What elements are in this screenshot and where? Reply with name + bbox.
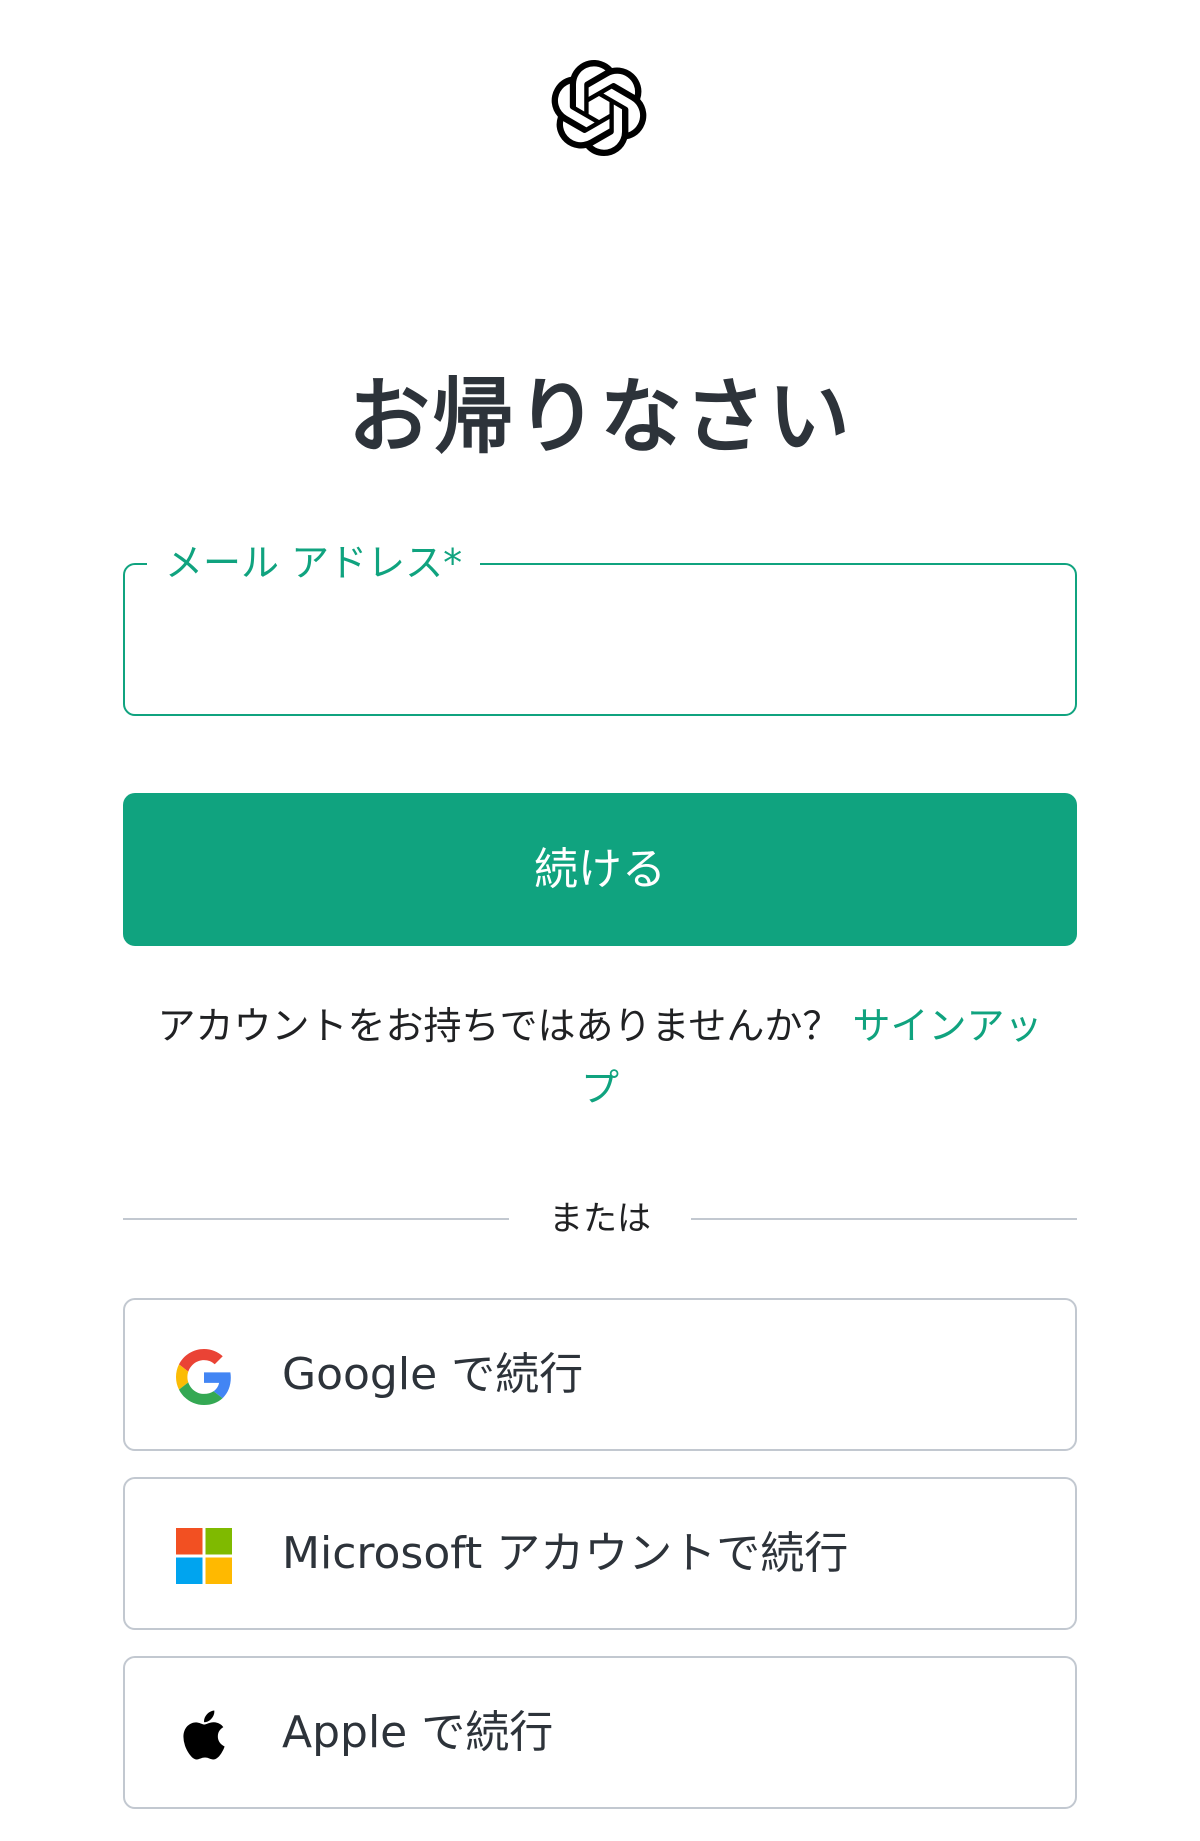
signup-prompt-text: アカウントをお持ちではありませんか？ bbox=[157, 1004, 853, 1048]
google-icon bbox=[176, 1349, 232, 1405]
google-continue-button[interactable]: Google で続行 bbox=[123, 1298, 1077, 1451]
microsoft-continue-button[interactable]: Microsoft アカウントで続行 bbox=[123, 1477, 1077, 1630]
page-title: お帰りなさい bbox=[347, 370, 852, 465]
email-input[interactable] bbox=[149, 595, 1053, 687]
openai-logo-icon bbox=[551, 60, 647, 156]
apple-continue-button[interactable]: Apple で続行 bbox=[123, 1656, 1077, 1809]
continue-button[interactable]: 続ける bbox=[123, 793, 1077, 946]
apple-icon bbox=[176, 1707, 232, 1763]
email-field[interactable]: メール アドレス* bbox=[123, 539, 1077, 716]
or-divider: または bbox=[123, 1195, 1077, 1243]
google-continue-label: Google で続行 bbox=[282, 1349, 584, 1400]
divider-line-right bbox=[691, 1218, 1077, 1220]
microsoft-continue-label: Microsoft アカウントで続行 bbox=[282, 1528, 849, 1579]
signup-prompt: アカウントをお持ちではありませんか？ サインアップ bbox=[140, 995, 1060, 1119]
email-field-label: メール アドレス* bbox=[147, 539, 481, 587]
microsoft-icon bbox=[176, 1528, 232, 1584]
apple-continue-label: Apple で続行 bbox=[282, 1707, 554, 1758]
